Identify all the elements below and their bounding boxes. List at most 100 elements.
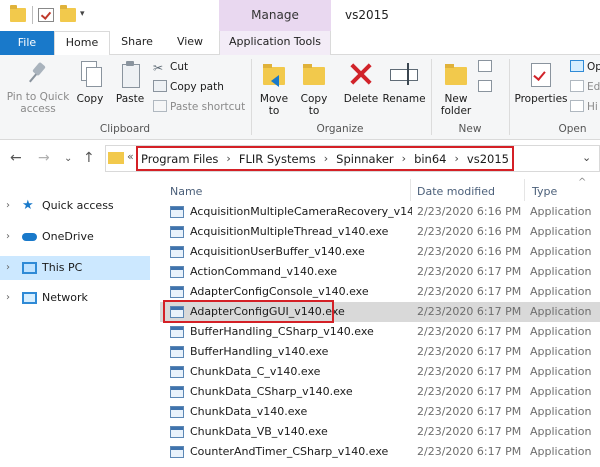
file-name[interactable]: AcquisitionUserBuffer_v140.exe [190, 242, 412, 262]
tab-share[interactable]: Share [110, 31, 164, 55]
nav-item-this-pc[interactable]: › This PC [0, 256, 150, 280]
application-icon [170, 446, 184, 458]
rename-button[interactable]: Rename [382, 61, 426, 105]
history-button[interactable]: Hi [570, 99, 598, 115]
application-icon [170, 346, 184, 358]
file-name[interactable]: AdapterConfigConsole_v140.exe [190, 282, 412, 302]
pin-to-quick-access-button[interactable]: Pin to Quick access [4, 61, 72, 115]
breadcrumb-program-files[interactable]: Program Files [141, 152, 218, 166]
file-name[interactable]: ChunkData_v140.exe [190, 402, 412, 422]
expand-chevron-icon[interactable]: › [6, 194, 10, 218]
clipboard-group-label: Clipboard [99, 123, 151, 135]
breadcrumb-chevron-icon[interactable]: › [454, 152, 458, 165]
file-row[interactable]: AcquisitionMultipleCameraRecovery_v140..… [160, 202, 600, 222]
file-row[interactable]: BufferHandling_v140.exe 2/23/2020 6:17 PM… [160, 342, 600, 362]
breadcrumb-spinnaker[interactable]: Spinnaker [336, 152, 393, 166]
forward-arrow-icon[interactable]: → [38, 150, 50, 166]
easy-access-button[interactable] [478, 79, 495, 95]
folder-icon[interactable] [10, 5, 26, 22]
group-separator [509, 59, 510, 135]
file-row[interactable]: AdapterConfigConsole_v140.exe 2/23/2020 6… [160, 282, 600, 302]
copy-button[interactable]: Copy [72, 61, 108, 105]
recent-locations-chevron-icon[interactable]: ⌄ [64, 153, 72, 164]
file-name[interactable]: ChunkData_C_v140.exe [190, 362, 412, 382]
up-arrow-icon[interactable]: ↑ [83, 150, 95, 166]
copy-path-button[interactable]: Copy path [153, 79, 224, 95]
tab-application-tools[interactable]: Application Tools [219, 31, 331, 55]
file-name[interactable]: ChunkData_VB_v140.exe [190, 422, 412, 442]
file-name[interactable]: BufferHandling_v140.exe [190, 342, 412, 362]
edit-button[interactable]: Ed [570, 79, 600, 95]
file-type: Application [530, 285, 592, 298]
file-name[interactable]: ActionCommand_v140.exe [190, 262, 412, 282]
delete-button[interactable]: Delete [342, 61, 380, 105]
back-arrow-icon[interactable]: ← [10, 150, 22, 166]
file-type: Application [530, 365, 592, 378]
breadcrumb-flir-systems[interactable]: FLIR Systems [239, 152, 316, 166]
application-icon [170, 246, 184, 258]
file-row[interactable]: ChunkData_v140.exe 2/23/2020 6:17 PM Appli… [160, 402, 600, 422]
column-header-name[interactable]: Name [170, 185, 202, 198]
address-history-dropdown-icon[interactable]: ⌄ [582, 151, 591, 164]
paste-button[interactable]: Paste [112, 61, 148, 105]
file-date-modified: 2/23/2020 6:17 PM [417, 385, 522, 398]
new-folder-icon[interactable] [60, 5, 76, 22]
move-to-button[interactable]: Move to [256, 61, 292, 117]
file-row[interactable]: CounterAndTimer_CSharp_v140.exe 2/23/2020… [160, 442, 600, 462]
nav-item-network[interactable]: › Network [0, 286, 150, 310]
tab-home[interactable]: Home [54, 31, 110, 56]
copy-to-icon [301, 61, 327, 87]
breadcrumb-vs2015[interactable]: vs2015 [467, 152, 509, 166]
new-folder-button[interactable]: New folder [436, 61, 476, 117]
application-icon [170, 366, 184, 378]
file-date-modified: 2/23/2020 6:16 PM [417, 205, 522, 218]
nav-item-onedrive[interactable]: › OneDrive [0, 225, 150, 249]
address-overflow-chevron[interactable]: « [127, 150, 134, 163]
file-date-modified: 2/23/2020 6:16 PM [417, 225, 522, 238]
copy-to-button[interactable]: Copy to [296, 61, 332, 117]
address-folder-icon [108, 152, 124, 164]
breadcrumb-chevron-icon[interactable]: › [402, 152, 406, 165]
open-icon [570, 60, 584, 72]
breadcrumb-bin64[interactable]: bin64 [414, 152, 446, 166]
column-divider[interactable] [524, 179, 525, 201]
file-row[interactable]: AcquisitionUserBuffer_v140.exe 2/23/2020 … [160, 242, 600, 262]
properties-button[interactable]: Properties [513, 61, 569, 105]
nav-item-quick-access[interactable]: › ★ Quick access [0, 194, 150, 218]
file-row[interactable]: AcquisitionMultipleThread_v140.exe 2/23/2… [160, 222, 600, 242]
cut-button[interactable]: ✂ Cut [153, 59, 188, 75]
file-row[interactable]: ChunkData_C_v140.exe 2/23/2020 6:17 PM App… [160, 362, 600, 382]
file-row[interactable]: AdapterConfigGUI_v140.exe 2/23/2020 6:17 … [160, 300, 600, 323]
column-header-date-modified[interactable]: Date modified [417, 185, 495, 198]
expand-chevron-icon[interactable]: › [6, 286, 10, 310]
file-name[interactable]: ChunkData_CSharp_v140.exe [190, 382, 412, 402]
file-name[interactable]: AcquisitionMultipleCameraRecovery_v140..… [190, 202, 412, 222]
network-icon [22, 292, 37, 304]
breadcrumb-chevron-icon[interactable]: › [324, 152, 328, 165]
new-item-button[interactable] [478, 59, 495, 75]
open-group-label: Open [558, 123, 587, 135]
column-divider[interactable] [410, 179, 411, 201]
nav-item-label: Quick access [42, 199, 114, 212]
file-type: Application [530, 205, 592, 218]
file-row[interactable]: BufferHandling_CSharp_v140.exe 2/23/2020 … [160, 322, 600, 342]
breadcrumb-chevron-icon[interactable]: › [226, 152, 230, 165]
file-name[interactable]: CounterAndTimer_CSharp_v140.exe [190, 442, 412, 462]
file-name[interactable]: BufferHandling_CSharp_v140.exe [190, 322, 412, 342]
open-button[interactable]: Op [570, 59, 600, 75]
file-row[interactable]: ChunkData_CSharp_v140.exe 2/23/2020 6:17 … [160, 382, 600, 402]
expand-chevron-icon[interactable]: › [6, 225, 10, 249]
column-header-type[interactable]: Type [532, 185, 557, 198]
paste-shortcut-button[interactable]: Paste shortcut [153, 99, 245, 115]
pin-label: Pin to Quick access [6, 91, 70, 115]
file-name[interactable]: AcquisitionMultipleThread_v140.exe [190, 222, 412, 242]
manage-contextual-tab[interactable]: Manage [219, 0, 331, 31]
file-row[interactable]: ActionCommand_v140.exe 2/23/2020 6:17 PM A… [160, 262, 600, 282]
application-icon [170, 206, 184, 218]
properties-check-icon[interactable] [38, 8, 54, 22]
file-row[interactable]: ChunkData_VB_v140.exe 2/23/2020 6:17 PM Ap… [160, 422, 600, 442]
tab-file[interactable]: File [0, 31, 54, 55]
tab-view[interactable]: View [164, 31, 216, 55]
expand-chevron-icon[interactable]: › [6, 256, 10, 280]
customize-quick-access-dropdown[interactable]: ▾ [80, 9, 85, 19]
